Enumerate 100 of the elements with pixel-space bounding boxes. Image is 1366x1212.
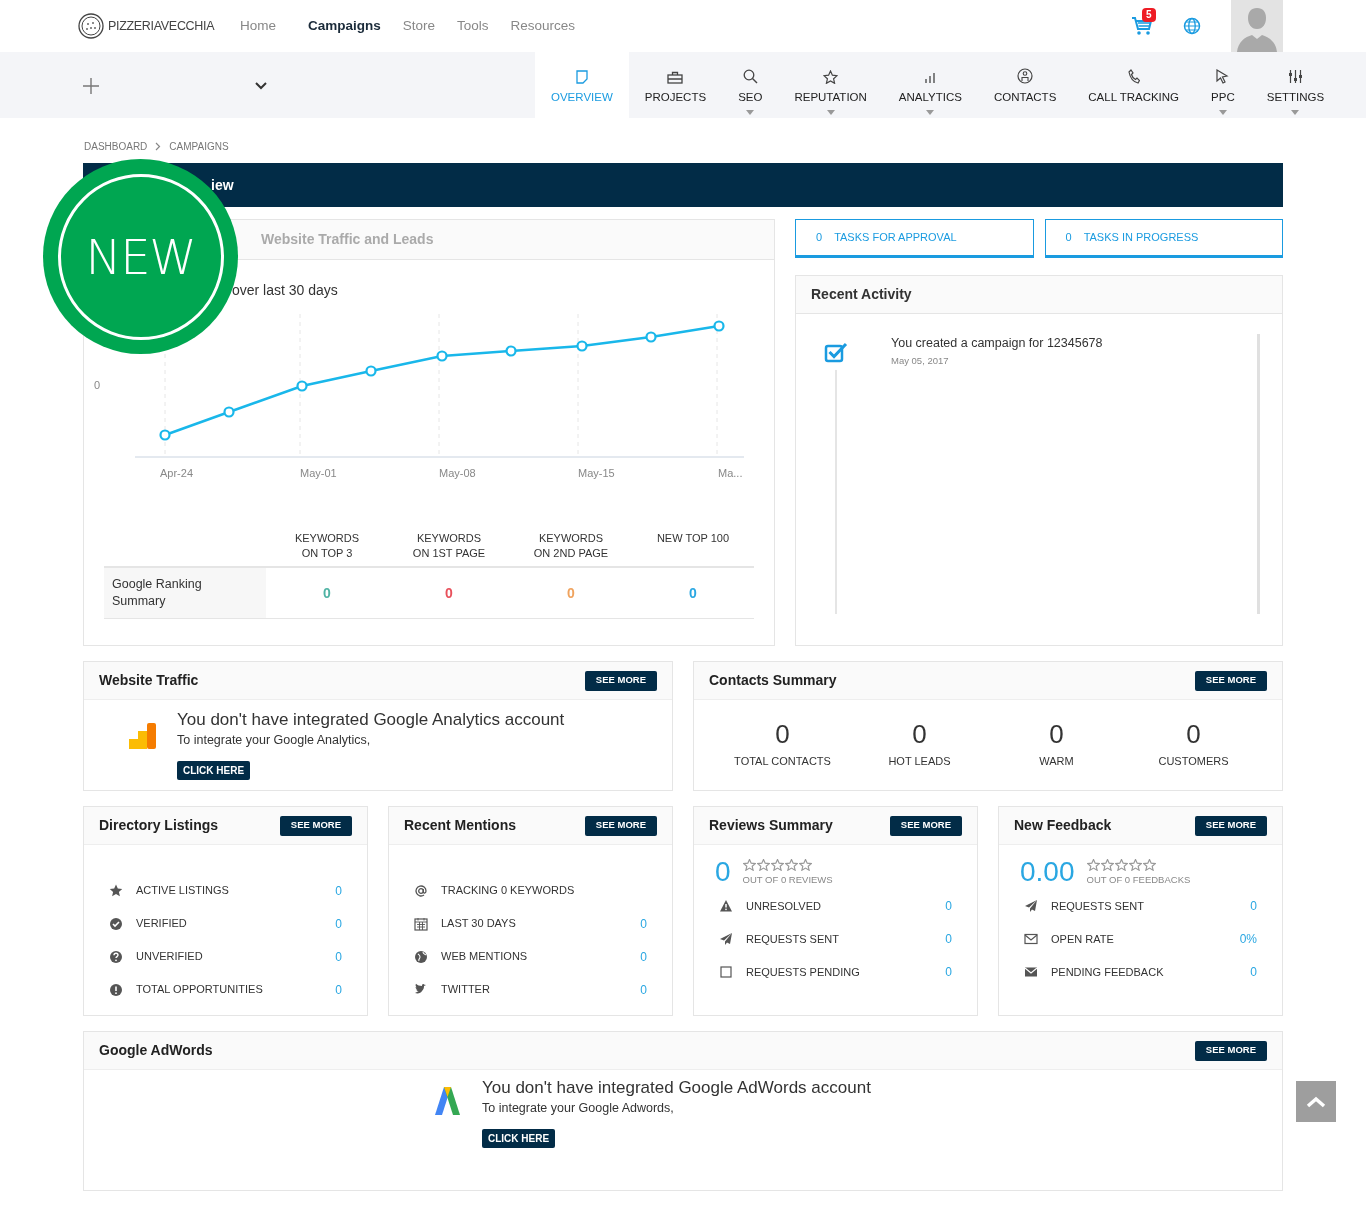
breadcrumb-link[interactable]: DASHBOARD	[84, 138, 148, 154]
nav-link[interactable]: Tools	[457, 15, 489, 37]
row-header-cell: Google Ranking Summary	[104, 568, 266, 618]
globe-icon	[414, 949, 428, 964]
see-more-button[interactable]: SEE MORE	[1194, 670, 1267, 691]
bar-chart-icon	[924, 72, 937, 84]
star-icon	[1114, 859, 1128, 871]
see-more-button[interactable]: SEE MORE	[279, 815, 352, 836]
add-icon[interactable]	[82, 77, 100, 95]
analytics-logo-icon	[129, 722, 157, 750]
exclamation-circle-icon	[109, 982, 123, 997]
card-title: Google AdWords	[99, 1041, 213, 1060]
at-sign-icon	[414, 883, 428, 898]
search-icon	[742, 69, 758, 84]
nav-link[interactable]: Resources	[510, 15, 576, 37]
nav-tab[interactable]: PROJECTS	[628, 52, 723, 118]
avatar-icon[interactable]	[1231, 0, 1283, 52]
globe-icon[interactable]	[1183, 17, 1201, 35]
stat-label: CUSTOMERS	[1158, 754, 1229, 769]
star-icon	[1128, 859, 1142, 871]
data-point	[713, 320, 725, 332]
row-value: 0	[945, 897, 952, 915]
row-value: 0	[335, 981, 342, 999]
see-more-button[interactable]: SEE MORE	[1194, 1040, 1267, 1061]
column-header: KEYWORDS ON TOP 3	[293, 531, 361, 561]
nav-tab[interactable]: SEO	[722, 52, 779, 118]
column-header: NEW TOP 100	[655, 531, 731, 546]
cursor-icon	[1216, 69, 1230, 84]
stat-value: 0	[1049, 720, 1064, 748]
breadcrumb-link[interactable]: CAMPAIGNS	[169, 138, 229, 154]
stat-value: 0	[775, 720, 790, 748]
star-icon	[1142, 859, 1156, 871]
question-circle-icon	[109, 949, 123, 964]
nav-link[interactable]: Campaigns	[308, 15, 381, 37]
card-title: Website Traffic	[99, 671, 199, 690]
chart-subtitle: over last 30 days	[232, 281, 339, 300]
nav-tab[interactable]: CONTACTS	[977, 52, 1073, 118]
axis-label: 0	[94, 378, 101, 393]
stat-value: 0	[912, 720, 927, 748]
chevron-down-icon[interactable]	[255, 82, 267, 90]
stat-label: WARM	[1039, 754, 1074, 769]
table-cell: 0	[323, 585, 331, 601]
axis-label: May-08	[439, 466, 476, 481]
cart-icon[interactable]	[1131, 16, 1153, 36]
card-title: Recent Mentions	[404, 816, 516, 835]
see-more-button[interactable]: SEE MORE	[584, 815, 657, 836]
nav-tab[interactable]: REPUTATION	[778, 52, 883, 118]
panel-title: Recent Activity	[811, 285, 912, 304]
adwords-logo-icon	[434, 1086, 462, 1116]
card-title: New Feedback	[1014, 816, 1112, 835]
row-label: PENDING FEEDBACK	[1051, 964, 1164, 980]
row-value: 0	[640, 915, 647, 933]
scroll-top-button[interactable]	[1296, 1081, 1336, 1122]
phone-icon	[1127, 69, 1140, 84]
axis-label: May-15	[578, 466, 615, 481]
chevron-up-icon	[1306, 1095, 1326, 1108]
row-value: 0	[640, 981, 647, 999]
star-icon	[798, 859, 812, 871]
see-more-button[interactable]: SEE MORE	[1194, 815, 1267, 836]
row-label: REQUESTS SENT	[746, 931, 839, 947]
card-title: Reviews Summary	[709, 816, 833, 835]
check-circle-icon	[109, 916, 123, 931]
checkbox-icon	[719, 964, 733, 979]
nav-link[interactable]: Store	[402, 15, 436, 37]
page-title: iew	[211, 175, 234, 195]
see-more-button[interactable]: SEE MORE	[889, 815, 962, 836]
row-label: TWITTER	[441, 982, 490, 998]
row-value: 0	[945, 930, 952, 948]
nav-tab[interactable]: PPC	[1195, 52, 1251, 118]
paper-plane-icon	[1024, 898, 1038, 913]
data-point	[159, 429, 171, 441]
rating-score: 0.00	[1020, 857, 1075, 887]
column-header: KEYWORDS ON 1ST PAGE	[411, 531, 487, 561]
envelope-icon	[1024, 931, 1038, 946]
row-value: 0%	[1239, 930, 1257, 948]
paper-plane-icon	[719, 931, 733, 946]
notice-text: To integrate your Google Analytics,	[177, 732, 371, 749]
see-more-button[interactable]: SEE MORE	[584, 670, 657, 691]
stat-label: TOTAL CONTACTS	[734, 754, 831, 769]
table-cell: 0	[567, 585, 575, 601]
cart-count-badge: 5	[1142, 8, 1156, 22]
click-here-button[interactable]: CLICK HERE	[177, 760, 251, 780]
row-label: ACTIVE LISTINGS	[136, 883, 229, 899]
checkbox-checked-icon	[824, 341, 848, 363]
chevron-right-icon	[155, 141, 162, 151]
row-label: REQUESTS PENDING	[746, 964, 860, 980]
row-value: 0	[335, 915, 342, 933]
nav-tab[interactable]: CALL TRACKING	[1072, 52, 1196, 118]
notice-text: To integrate your Google Adwords,	[482, 1100, 674, 1117]
table-cell: 0	[689, 585, 697, 601]
row-label: UNRESOLVED	[746, 898, 821, 914]
nav-tab[interactable]: ANALYTICS	[882, 52, 978, 118]
nav-tab[interactable]: SETTINGS	[1250, 52, 1341, 118]
column-header: KEYWORDS ON 2ND PAGE	[532, 531, 610, 561]
row-label: UNVERIFIED	[136, 949, 203, 965]
stat-value: 0	[1186, 720, 1201, 748]
star-icon	[1100, 859, 1114, 871]
click-here-button[interactable]: CLICK HERE	[482, 1128, 556, 1148]
logo-icon	[78, 13, 104, 39]
nav-link[interactable]: Home	[240, 15, 276, 37]
